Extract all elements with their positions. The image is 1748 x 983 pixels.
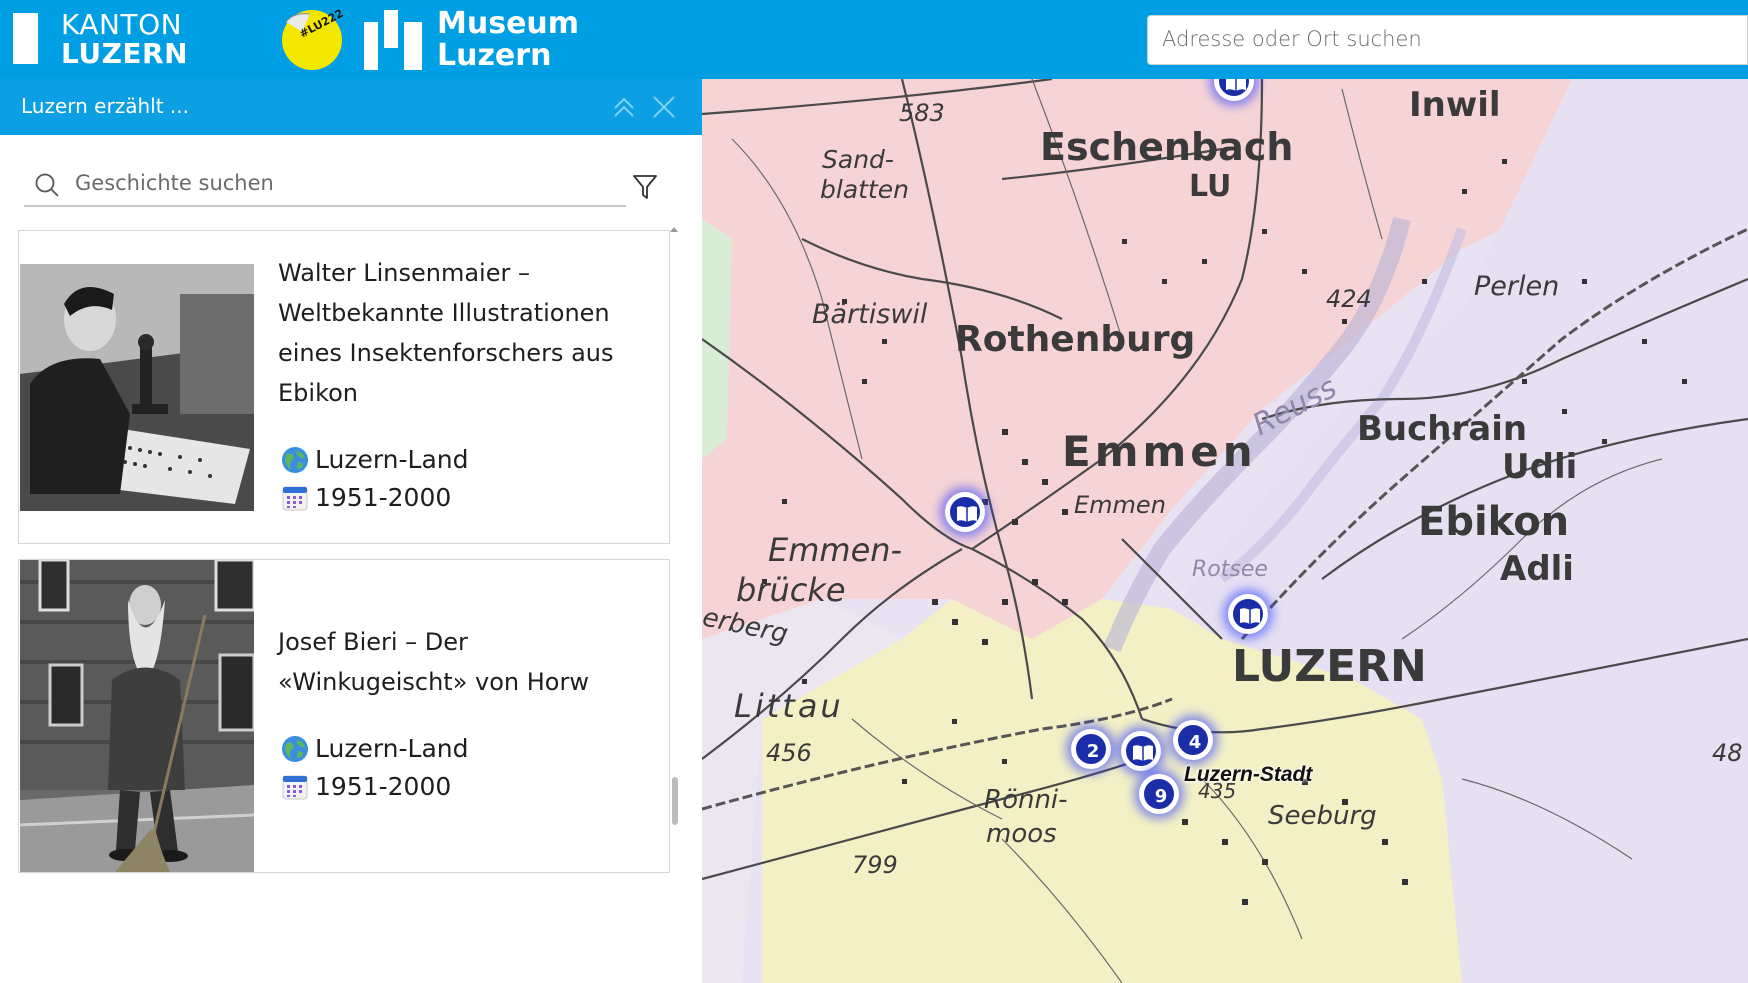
story-title[interactable]: Josef Bieri – Der «Winkugeischt» von Hor… (278, 622, 648, 702)
map-label-udli: Udli (1502, 447, 1578, 487)
search-icon (35, 173, 59, 197)
book-icon (1133, 745, 1153, 761)
map-label-ebikon: Ebikon (1418, 499, 1570, 545)
close-panel-icon[interactable] (652, 95, 676, 119)
kanton-logo-bar (13, 13, 38, 64)
story-search-placeholder: Geschichte suchen (75, 171, 274, 195)
map-label-luzern-stadt: Luzern-Stadt (1184, 763, 1313, 786)
map-label-lu: LU (1189, 169, 1232, 204)
map-label-emmen-small: Emmen (1074, 491, 1166, 519)
map-view[interactable]: 583 Eschenbach LU Inwil Sand- blatten Bä… (702, 79, 1748, 983)
map-label-456: 456 (766, 739, 812, 767)
map-label-inwil: Inwil (1409, 85, 1501, 125)
map-label-buchrain: Buchrain (1357, 409, 1528, 449)
calendar-icon (282, 775, 308, 800)
museum-luzern-logo[interactable]: Museum Luzern (437, 8, 579, 72)
story-marker[interactable] (1121, 731, 1161, 771)
story-thumbnail[interactable] (20, 560, 254, 872)
map-label-roenni-1: Rönni- (984, 785, 1068, 815)
map-label-sandblatten-1: Sand- (822, 145, 894, 174)
map-label-luzern: LUZERN (1232, 641, 1427, 692)
collapse-panel-icon[interactable] (612, 95, 636, 119)
map-label-perlen: Perlen (1474, 271, 1560, 302)
calendar-icon (282, 486, 308, 511)
story-period: 1951-2000 (315, 772, 452, 801)
story-marker[interactable] (945, 492, 985, 532)
story-search-input[interactable]: Geschichte suchen (24, 165, 626, 207)
lu222-badge-icon[interactable]: #LU222 (280, 8, 344, 72)
book-icon (1226, 79, 1246, 91)
address-search-input[interactable]: Adresse oder Ort suchen (1147, 15, 1748, 65)
book-icon (957, 506, 977, 522)
story-thumbnail[interactable] (20, 264, 254, 511)
story-period: 1951-2000 (315, 483, 452, 512)
panel-header: Luzern erzählt ... (0, 79, 702, 135)
cluster-count: 9 (1154, 786, 1168, 807)
story-cluster-marker[interactable]: 9 (1139, 774, 1179, 814)
story-photo-linsenmaier (20, 264, 254, 511)
map-label-eschenbach: Eschenbach (1040, 125, 1294, 169)
kanton-logo-line1: KANTON (61, 8, 183, 41)
museum-logo-icon[interactable] (362, 8, 426, 72)
map-label-799: 799 (852, 851, 898, 879)
kanton-logo-line2: LUZERN (61, 37, 189, 70)
map-label-424: 424 (1326, 285, 1372, 313)
story-meta: Luzern-Land 1951-2000 (281, 441, 469, 517)
map-label-emmenbruecke-1: Emmen- (768, 531, 903, 569)
story-region: Luzern-Land (315, 734, 469, 763)
story-card[interactable]: Josef Bieri – Der «Winkugeischt» von Hor… (18, 559, 670, 873)
map-label-adli: Adli (1500, 549, 1574, 589)
cluster-count: 2 (1086, 741, 1100, 762)
museum-logo-line2: Luzern (437, 38, 552, 73)
panel-title: Luzern erzählt ... (21, 94, 189, 118)
story-title[interactable]: Walter Linsenmaier – Weltbekannte Illust… (278, 253, 648, 413)
map-label-littau: Littau (734, 687, 844, 725)
story-card[interactable]: Walter Linsenmaier – Weltbekannte Illust… (18, 230, 670, 544)
story-meta: Luzern-Land 1951-2000 (281, 730, 469, 806)
map-label-baertiswil: Bärtiswil (812, 299, 928, 330)
map-label-sandblatten-2: blatten (820, 175, 909, 204)
map-label-rothenburg: Rothenburg (955, 319, 1196, 360)
map-label-rotsee: Rotsee (1192, 557, 1268, 582)
map-label-emmen: Emmen (1062, 427, 1257, 476)
kanton-luzern-logo[interactable]: KANTON LUZERN (61, 10, 188, 68)
map-label-emmenbruecke-2: brücke (736, 571, 846, 609)
story-cluster-marker[interactable]: 2 (1071, 729, 1111, 769)
panel-scrollbar[interactable] (672, 777, 678, 825)
museum-logo-line1: Museum (437, 6, 580, 41)
map-label-roenni-2: moos (986, 819, 1057, 849)
map-label-583: 583 (899, 99, 945, 127)
app-header: KANTON LUZERN #LU222 Museum Luzern Adres… (0, 0, 1748, 79)
filter-icon[interactable] (632, 173, 658, 201)
story-region: Luzern-Land (315, 445, 469, 474)
cluster-count: 4 (1188, 732, 1202, 753)
book-icon (1240, 608, 1260, 624)
map-label-seeburg: Seeburg (1268, 801, 1377, 831)
map-label-48: 48 (1712, 739, 1743, 767)
globe-icon (282, 447, 308, 473)
globe-icon (282, 736, 308, 762)
story-marker[interactable] (1228, 594, 1268, 634)
scroll-up-arrow[interactable] (670, 227, 678, 232)
story-cluster-marker[interactable]: 4 (1173, 720, 1213, 760)
story-panel: Luzern erzählt ... Geschichte suchen Wal… (0, 79, 702, 983)
story-photo-bieri (20, 560, 254, 872)
